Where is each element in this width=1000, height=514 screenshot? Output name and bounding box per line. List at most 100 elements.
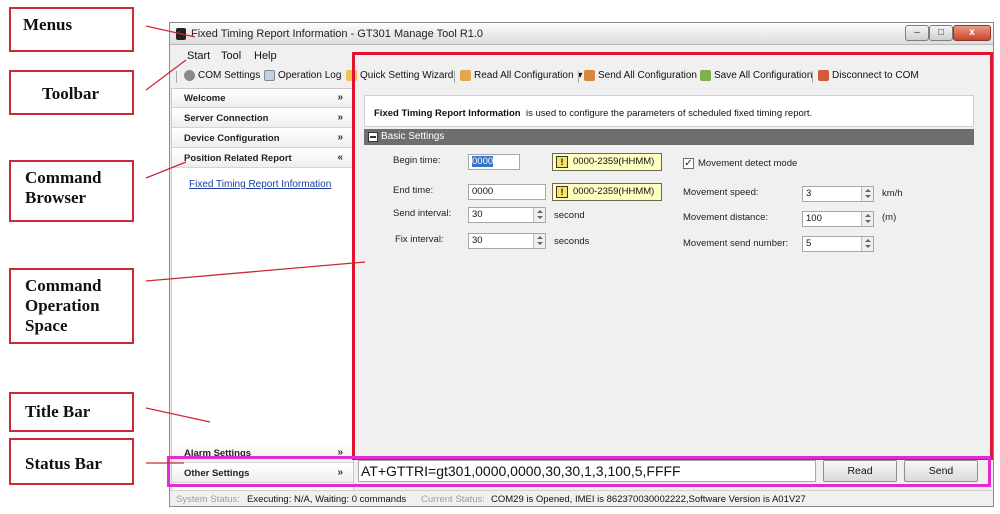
read-icon — [460, 70, 471, 81]
log-icon — [264, 70, 275, 81]
fix-interval-stepper[interactable]: 30 — [468, 233, 546, 249]
end-time-input[interactable]: 0000 — [468, 184, 546, 200]
send-icon — [584, 70, 595, 81]
nav-section-welcome[interactable]: Welcome » — [172, 89, 353, 108]
nav-section-other-settings[interactable]: Other Settings » — [172, 464, 353, 483]
annotated-screenshot: Fixed Timing Report Information - GT301 … — [0, 0, 1000, 514]
read-button[interactable]: Read — [823, 460, 897, 482]
save-all-configuration-label: Save All Configuration — [714, 70, 813, 81]
send-button[interactable]: Send — [904, 460, 978, 482]
info-title: Fixed Timing Report Information — [374, 108, 521, 119]
wizard-icon — [346, 70, 357, 81]
basic-settings-panel: Basic Settings Begin time: 0000 ! 0000-2… — [364, 129, 974, 454]
expand-icon: » — [337, 92, 343, 103]
nav-section-device-configuration[interactable]: Device Configuration » — [172, 129, 353, 148]
spin-arrows-icon[interactable] — [861, 237, 873, 251]
callout-command-browser: Command Browser — [9, 160, 134, 222]
end-time-label: End time: — [393, 185, 434, 196]
nav-section-label: Server Connection — [184, 113, 269, 124]
minimize-button[interactable]: – — [905, 25, 929, 41]
movement-send-number-stepper[interactable]: 5 — [802, 236, 874, 252]
save-icon — [700, 70, 711, 81]
disconnect-com-label: Disconnect to COM — [832, 70, 919, 81]
collapse-toggle-icon[interactable] — [368, 132, 378, 142]
info-banner: Fixed Timing Report Information is used … — [364, 95, 974, 127]
app-window: Fixed Timing Report Information - GT301 … — [169, 22, 994, 507]
close-button[interactable]: x — [953, 25, 991, 41]
nav-section-label: Welcome — [184, 93, 226, 104]
com-settings-button[interactable]: COM Settings — [184, 70, 260, 81]
expand-icon: » — [337, 132, 343, 143]
begin-time-value: 0000 — [472, 156, 494, 167]
send-all-configuration-label: Send All Configuration — [598, 70, 697, 81]
window-title-bar[interactable]: Fixed Timing Report Information - GT301 … — [170, 23, 993, 45]
toolbar: COM Settings Operation Log Quick Setting… — [170, 65, 993, 87]
system-status-value: Executing: N/A, Waiting: 0 commands — [247, 494, 407, 505]
send-interval-value: 30 — [472, 209, 483, 220]
movement-distance-unit: (m) — [882, 212, 897, 223]
menu-bar: Start Tool Help — [170, 47, 993, 65]
callout-toolbar: Toolbar — [9, 70, 134, 115]
maximize-button[interactable]: □ — [929, 25, 953, 41]
collapse-icon: « — [337, 152, 343, 163]
info-description: is used to configure the parameters of s… — [526, 108, 813, 119]
send-all-configuration-button[interactable]: Send All Configuration — [584, 70, 697, 81]
com-settings-label: COM Settings — [198, 70, 261, 81]
menu-start[interactable]: Start — [187, 50, 210, 62]
movement-distance-value: 100 — [806, 213, 822, 224]
menu-tool[interactable]: Tool — [221, 50, 241, 62]
window-title: Fixed Timing Report Information - GT301 … — [191, 28, 484, 40]
nav-section-alarm-settings[interactable]: Alarm Settings » — [172, 444, 353, 463]
info-icon: ! — [556, 156, 568, 168]
command-browser: Welcome » Server Connection » Device Con… — [171, 88, 354, 493]
read-all-configuration-label: Read All Configuration — [474, 70, 574, 81]
operation-log-label: Operation Log — [278, 70, 342, 81]
end-time-hint-text: 0000-2359(HHMM) — [573, 186, 655, 197]
callout-status-bar: Status Bar — [9, 438, 134, 485]
spin-arrows-icon[interactable] — [861, 187, 873, 201]
toolbar-separator — [454, 71, 455, 83]
disconnect-com-button[interactable]: Disconnect to COM — [818, 70, 919, 81]
end-time-hint: ! 0000-2359(HHMM) — [552, 183, 662, 201]
status-bar: System Status: Executing: N/A, Waiting: … — [170, 490, 993, 506]
spin-arrows-icon[interactable] — [533, 234, 545, 248]
read-all-configuration-button[interactable]: Read All Configuration ▾ — [460, 70, 583, 81]
operation-log-button[interactable]: Operation Log — [264, 70, 341, 81]
nav-section-server-connection[interactable]: Server Connection » — [172, 109, 353, 128]
spin-arrows-icon[interactable] — [533, 208, 545, 222]
fix-interval-unit: seconds — [554, 236, 590, 247]
command-input[interactable]: AT+GTTRI=gt301,0000,0000,30,30,1,3,100,5… — [358, 460, 816, 482]
toolbar-separator — [812, 71, 813, 83]
callout-title-bar: Title Bar — [9, 392, 134, 432]
send-interval-label: Send interval: — [393, 208, 452, 219]
fix-interval-label: Fix interval: — [395, 234, 444, 245]
current-status-label: Current Status: — [421, 494, 485, 505]
save-all-configuration-button[interactable]: Save All Configuration — [700, 70, 812, 81]
send-interval-unit: second — [554, 210, 585, 221]
begin-time-label: Begin time: — [393, 155, 441, 166]
toolbar-separator — [176, 71, 177, 83]
callout-menus: Menus — [9, 7, 134, 52]
gear-icon — [184, 70, 195, 81]
nav-section-label: Other Settings — [184, 468, 250, 479]
movement-distance-stepper[interactable]: 100 — [802, 211, 874, 227]
disconnect-icon — [818, 70, 829, 81]
movement-speed-unit: km/h — [882, 188, 903, 199]
menu-help[interactable]: Help — [254, 50, 277, 62]
movement-detect-checkbox[interactable]: ✓ — [683, 158, 694, 169]
current-status-value: COM29 is Opened, IMEI is 862370030002222… — [491, 494, 806, 505]
quick-setting-wizard-button[interactable]: Quick Setting Wizard — [346, 70, 453, 81]
nav-link-fixed-timing-report[interactable]: Fixed Timing Report Information — [189, 179, 331, 190]
nav-section-label: Alarm Settings — [184, 448, 252, 459]
command-operation-space: Fixed Timing Report Information is used … — [356, 88, 988, 460]
nav-section-position-related-report[interactable]: Position Related Report « — [172, 149, 353, 168]
movement-speed-stepper[interactable]: 3 — [802, 186, 874, 202]
movement-distance-label: Movement distance: — [683, 212, 769, 223]
send-interval-stepper[interactable]: 30 — [468, 207, 546, 223]
basic-settings-header[interactable]: Basic Settings — [364, 129, 974, 145]
quick-setting-wizard-label: Quick Setting Wizard — [360, 70, 454, 81]
spin-arrows-icon[interactable] — [861, 212, 873, 226]
begin-time-input[interactable]: 0000 — [468, 154, 520, 170]
nav-section-label: Position Related Report — [184, 153, 292, 164]
fix-interval-value: 30 — [472, 235, 483, 246]
